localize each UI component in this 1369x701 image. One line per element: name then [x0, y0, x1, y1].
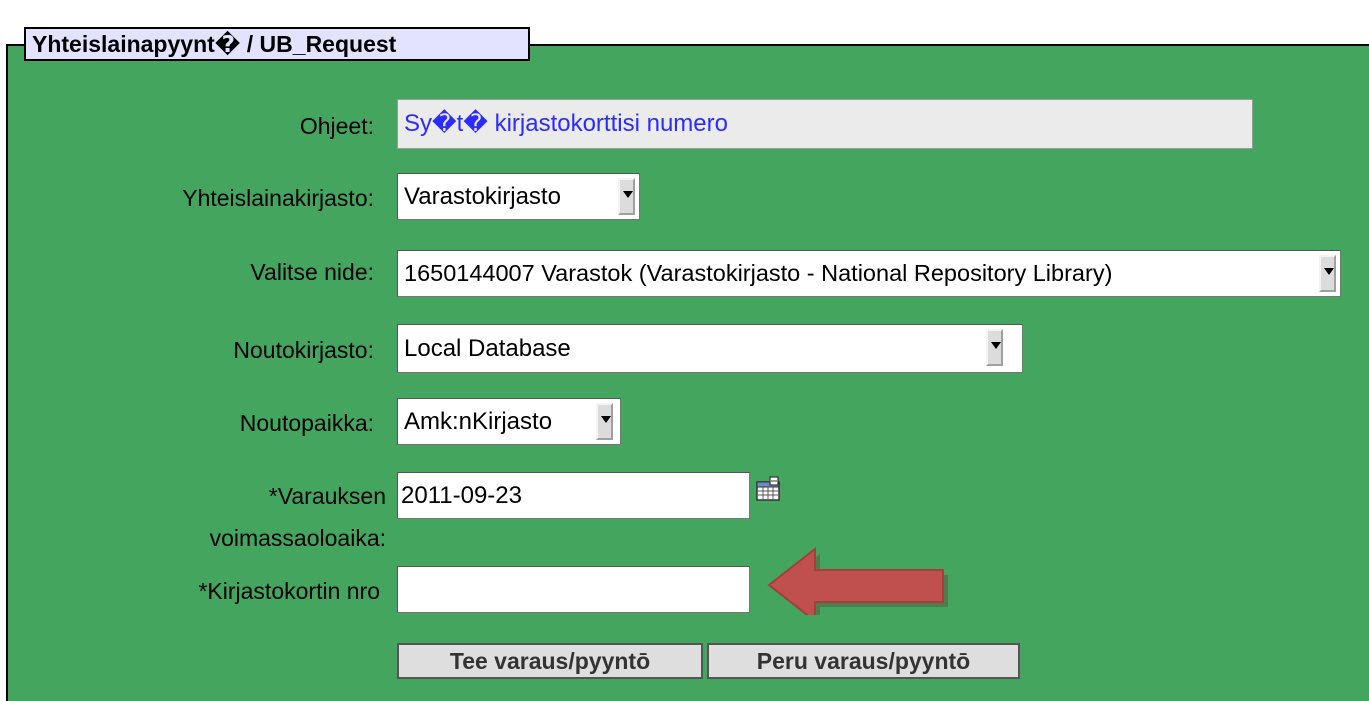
pickup-location-select[interactable]: Amk:nKirjasto	[397, 398, 621, 445]
expiry-label-line2: voimassaoloaika:	[209, 525, 386, 551]
ub-library-selected: Varastokirjasto	[404, 183, 561, 210]
instructions-field: Sy�t� kirjastokorttisi numero	[397, 99, 1253, 149]
instructions-label: Ohjeet:	[299, 113, 374, 139]
pickup-location-selected: Amk:nKirjasto	[404, 408, 553, 435]
instructions-text: Sy�t� kirjastokorttisi numero	[404, 110, 728, 137]
pickup-location-label: Noutopaikka:	[239, 410, 374, 436]
form-legend: Yhteislainapyynt� / UB_Request	[24, 27, 530, 61]
card-number-label: *Kirjastokortin nro	[198, 578, 380, 604]
left-arrow-icon	[767, 546, 948, 615]
expiry-label-line1: *Varauksen	[268, 483, 386, 509]
chevron-down-icon[interactable]	[986, 329, 1003, 366]
expiry-date-input[interactable]: 2011-09-23	[397, 472, 750, 519]
chevron-down-icon[interactable]	[1319, 255, 1336, 292]
chevron-down-icon[interactable]	[618, 178, 635, 215]
pickup-library-select[interactable]: Local Database	[397, 324, 1023, 373]
pickup-library-selected: Local Database	[404, 335, 571, 362]
cancel-request-button[interactable]: Peru varaus/pyyntō	[707, 643, 1020, 679]
item-select[interactable]: 1650144007 Varastok (Varastokirjasto - N…	[397, 250, 1341, 297]
expiry-date-value: 2011-09-23	[401, 482, 522, 509]
calendar-icon[interactable]	[755, 476, 781, 502]
card-number-input[interactable]	[397, 566, 750, 613]
chevron-down-icon[interactable]	[596, 403, 613, 440]
item-selected: 1650144007 Varastok (Varastokirjasto - N…	[404, 260, 1113, 286]
submit-request-button[interactable]: Tee varaus/pyyntō	[397, 643, 703, 679]
ub-library-select[interactable]: Varastokirjasto	[397, 173, 640, 220]
pickup-library-label: Noutokirjasto:	[233, 337, 374, 363]
ub-library-label: Yhteislainakirjasto:	[182, 185, 374, 211]
item-label: Valitse nide:	[250, 259, 374, 285]
